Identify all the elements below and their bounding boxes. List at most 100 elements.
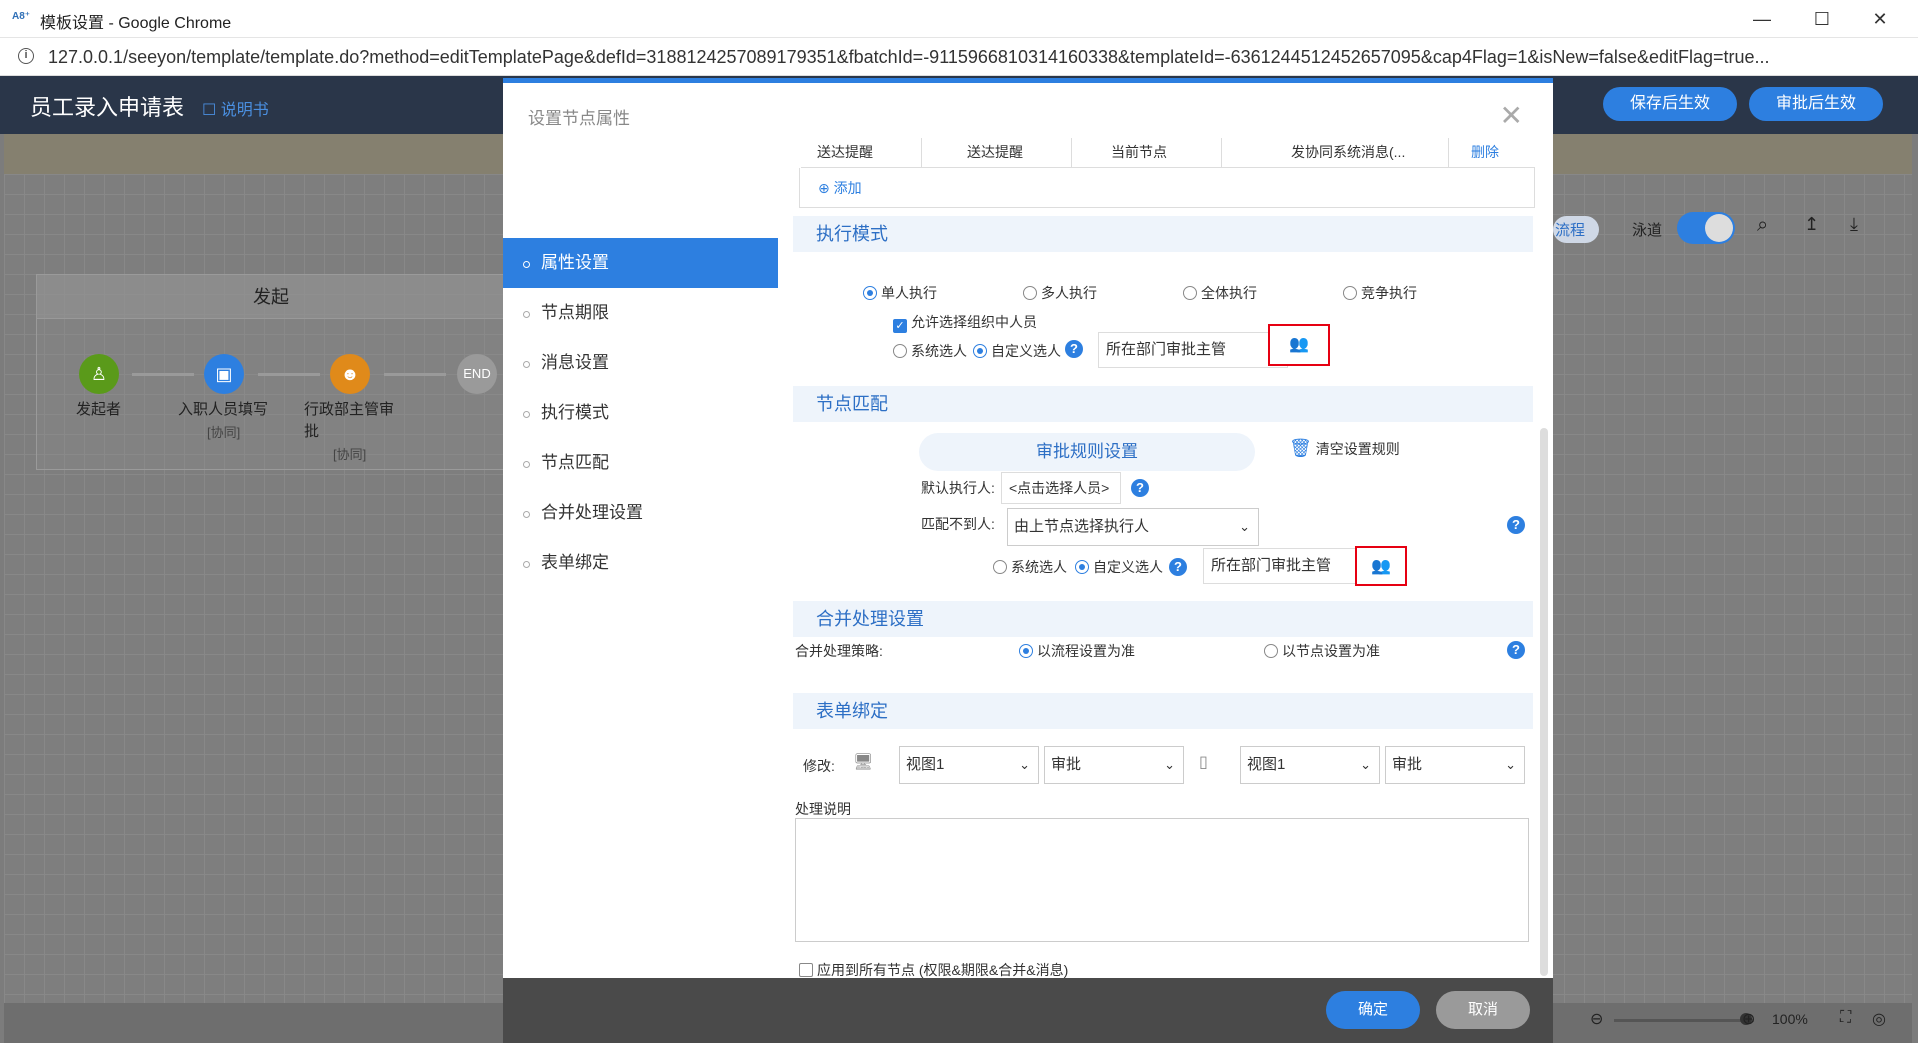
rule-settings-button[interactable]: 审批规则设置 [919, 433, 1255, 471]
download-icon[interactable]: ⤓ [1850, 214, 1858, 235]
lane-label: 泳道 [1632, 222, 1663, 239]
toggle-knob [1705, 214, 1733, 242]
section-exec-mode: 执行模式 [793, 216, 1533, 252]
zoom-out-icon[interactable]: ⊖ [1590, 1009, 1603, 1029]
eye-icon[interactable]: ◎ [1872, 1009, 1886, 1029]
chevron-down-icon: ⌄ [1239, 519, 1250, 534]
select-people-icon[interactable]: 👥 [1268, 324, 1330, 366]
select-people-icon[interactable]: 👥 [1355, 546, 1407, 586]
radio-sys-pick[interactable]: 系统选人 [893, 341, 967, 361]
radio-label: 以节点设置为准 [1282, 643, 1380, 659]
maximize-icon[interactable]: ☐ [1800, 4, 1844, 34]
nomatch-select[interactable]: 由上节点选择执行人 ⌄ [1007, 508, 1259, 546]
table-divider [1071, 138, 1072, 168]
zoom-slider[interactable] [1614, 1019, 1754, 1022]
mobile-mode-select[interactable]: 审批 ⌄ [1385, 746, 1525, 784]
url-text[interactable]: 127.0.0.1/seeyon/template/template.do?me… [48, 47, 1878, 68]
radio-merge-flow[interactable]: 以流程设置为准 [1019, 641, 1135, 661]
nav-item-form-binding[interactable]: 表单绑定 [503, 538, 778, 588]
pc-view-select[interactable]: 视图1 ⌄ [899, 746, 1039, 784]
exec-person-field[interactable]: 所在部门审批主管 [1098, 332, 1288, 368]
allow-org-checkbox[interactable]: ✓ 允许选择组织中人员 [893, 312, 1037, 333]
address-bar[interactable]: i 127.0.0.1/seeyon/template/template.do?… [0, 38, 1918, 76]
radio-sys-pick-match[interactable]: 系统选人 [993, 557, 1067, 577]
nav-item-property[interactable]: 属性设置 [503, 238, 778, 288]
search-icon[interactable]: ⌕ [1757, 214, 1768, 237]
add-link[interactable]: ⊕ 添加 [818, 178, 862, 198]
radio-custom-dot [1075, 560, 1089, 574]
clear-rule-button[interactable]: 🗑 清空设置规则 [1289, 438, 1400, 459]
desc-textarea[interactable] [795, 818, 1529, 942]
nav-item-exec-mode[interactable]: 执行模式 [503, 388, 778, 438]
fill-node-icon[interactable]: ▣ [204, 354, 244, 394]
mobile-icon: ▯ [1199, 754, 1208, 771]
select-value: 审批 [1392, 756, 1423, 773]
radio-all-dot [1183, 286, 1197, 300]
apply-all-checkbox[interactable]: 应用到所有节点 (权限&期限&合并&消息) [799, 960, 1068, 978]
monitor-icon: 🖥 [853, 754, 874, 771]
radio-merge-node-dot [1264, 644, 1278, 658]
default-exec-field[interactable]: <点击选择人员> [1001, 472, 1121, 504]
checkbox-unchecked [799, 963, 813, 977]
nav-item-deadline[interactable]: 节点期限 [503, 288, 778, 338]
radio-compete[interactable]: 竞争执行 [1343, 283, 1417, 303]
radio-label: 系统选人 [1011, 559, 1067, 575]
radio-merge-node[interactable]: 以节点设置为准 [1264, 641, 1380, 661]
flow-edge [384, 373, 446, 376]
message-table-row: 送达提醒 送达提醒 当前节点 发协同系统消息(... 删除 [801, 138, 1535, 168]
help-icon[interactable]: ? [1131, 479, 1149, 497]
info-icon[interactable]: i [18, 48, 34, 64]
pc-mode-select[interactable]: 审批 ⌄ [1044, 746, 1184, 784]
help-icon[interactable]: ? [1065, 340, 1083, 358]
pin-icon[interactable]: ↥ [1804, 214, 1819, 235]
desc-label: 处理说明 [795, 801, 851, 817]
approve-button[interactable]: 审批后生效 [1749, 87, 1883, 121]
chevron-down-icon: ⌄ [1505, 757, 1516, 772]
nav-item-node-match[interactable]: 节点匹配 [503, 438, 778, 488]
end-node[interactable]: END [457, 354, 497, 394]
close-window-icon[interactable]: ✕ [1858, 4, 1902, 34]
add-label: 添加 [833, 180, 862, 196]
node-sub: [协同] [333, 447, 367, 462]
checkbox-checked: ✓ [893, 319, 907, 333]
radio-multi[interactable]: 多人执行 [1023, 283, 1097, 303]
radio-custom-pick[interactable]: 自定义选人 [973, 341, 1061, 361]
approve-node-icon[interactable]: ☻ [330, 354, 370, 394]
radio-single[interactable]: 单人执行 [863, 283, 937, 303]
save-button[interactable]: 保存后生效 [1603, 87, 1737, 121]
radio-custom-pick-match[interactable]: 自定义选人 [1075, 557, 1163, 577]
table-add-row: ⊕ 添加 [799, 168, 1535, 208]
default-exec-label: 默认执行人: [921, 480, 995, 496]
radio-all[interactable]: 全体执行 [1183, 283, 1257, 303]
radio-label: 以流程设置为准 [1037, 643, 1135, 659]
manual-link[interactable]: ☐ 说明书 [202, 96, 269, 120]
help-icon[interactable]: ? [1507, 516, 1525, 534]
lane-toggle[interactable] [1677, 212, 1735, 244]
select-value: 视图1 [1247, 756, 1286, 773]
dialog-scrollbar[interactable] [1540, 428, 1548, 976]
node-sub: [协同] [207, 425, 241, 440]
help-icon[interactable]: ? [1507, 641, 1525, 659]
manual-label: 说明书 [220, 102, 269, 119]
flow-button[interactable]: 流程 [1553, 216, 1600, 243]
radio-label: 自定义选人 [1093, 559, 1163, 575]
minimize-icon[interactable]: — [1740, 4, 1784, 34]
nav-item-message[interactable]: 消息设置 [503, 338, 778, 388]
ok-button[interactable]: 确定 [1326, 991, 1420, 1029]
flow-edge [258, 373, 320, 376]
radio-label: 竞争执行 [1361, 285, 1417, 301]
node-label: 批 [304, 423, 320, 440]
mobile-view-select[interactable]: 视图1 ⌄ [1240, 746, 1380, 784]
fit-icon[interactable]: ⛶ [1840, 1009, 1851, 1027]
radio-label: 单人执行 [881, 285, 937, 301]
close-icon[interactable]: ✕ [1500, 102, 1523, 130]
initiator-node-icon[interactable]: ♙ [79, 354, 119, 394]
delete-link[interactable]: 删除 [1471, 142, 1499, 162]
nav-item-merge[interactable]: 合并处理设置 [503, 488, 778, 538]
help-icon[interactable]: ? [1169, 558, 1187, 576]
zoom-in-icon[interactable]: ⊕ [1742, 1009, 1755, 1029]
merge-label: 合并处理策略: [795, 643, 883, 659]
checkbox-label: 允许选择组织中人员 [911, 314, 1037, 330]
section-node-match: 节点匹配 [793, 386, 1533, 422]
cancel-button[interactable]: 取消 [1436, 991, 1530, 1029]
